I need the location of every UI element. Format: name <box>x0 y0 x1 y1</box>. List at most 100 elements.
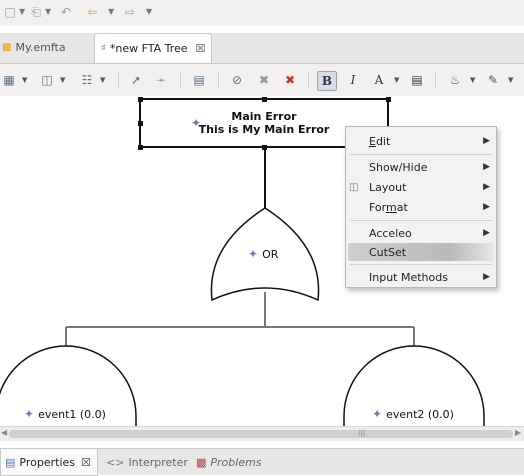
event2-node[interactable]: ✦ event2 (0.0) <box>372 407 454 421</box>
element-star-icon: ✦ <box>248 247 259 261</box>
diagram-toolbar: ▦ ▼ ◫ ▼ ☷ ▼ ➚ ➛ ▤ ⊘ ✖ ✖ B I A ▼ ▤ ♨ ▼ ✎ … <box>0 64 524 97</box>
close-icon[interactable]: ☒ <box>196 42 206 55</box>
menu-item-label: Layout <box>369 180 407 194</box>
menu-item-label: Show/Hide <box>369 160 428 174</box>
editor-tab-bar: ▩ My.emfta ♯ *new FTA Tree ☒ <box>0 33 524 64</box>
selection-handle[interactable] <box>138 121 143 126</box>
unpin-icon[interactable]: ➛ <box>152 71 170 89</box>
nav-back-icon[interactable]: ⇦ <box>84 4 100 20</box>
event-label: event2 (0.0) <box>386 407 454 421</box>
chevron-down-icon[interactable]: ▼ <box>108 7 114 16</box>
scrollbar-thumb[interactable] <box>9 430 513 438</box>
event1-node[interactable]: ✦ event1 (0.0) <box>24 407 106 421</box>
interpreter-icon: <> <box>106 455 125 469</box>
menu-item-cutset[interactable]: CutSet <box>348 243 494 261</box>
selection-handle[interactable] <box>138 145 143 150</box>
submenu-arrow-icon: ▶ <box>483 228 490 238</box>
selection-handle[interactable] <box>262 145 267 150</box>
horizontal-scrollbar[interactable]: ◀ ||| ▶ <box>0 426 524 441</box>
delete-from-model-icon[interactable]: ✖ <box>281 71 299 89</box>
bottom-view-tabs: ▤ Properties ☒ <> Interpreter ▩ Problems <box>0 448 524 476</box>
menu-item-label: Input Methods <box>369 270 448 284</box>
close-icon[interactable]: ☒ <box>81 456 91 469</box>
menu-item-show-hide[interactable]: Show/Hide ▶ <box>346 158 496 176</box>
fill-color-icon[interactable]: ♨ <box>446 71 464 89</box>
select-icon[interactable]: ▦ <box>0 71 18 89</box>
element-star-icon: ✦ <box>191 116 202 130</box>
align-icon[interactable]: ☷ <box>78 71 96 89</box>
scroll-left-icon[interactable]: ◀ <box>1 428 7 437</box>
chevron-down-icon[interactable]: ▼ <box>22 76 27 84</box>
italic-icon[interactable]: I <box>344 71 362 89</box>
file-icon: ▩ <box>2 42 12 53</box>
toolbar-separator <box>435 72 436 88</box>
tab-problems[interactable]: ▩ Problems <box>196 449 262 475</box>
tab-interpreter[interactable]: <> Interpreter <box>106 449 188 475</box>
submenu-arrow-icon: ▶ <box>483 272 490 282</box>
selection-handle[interactable] <box>386 97 391 102</box>
pin-icon[interactable]: ➚ <box>127 71 145 89</box>
event-label: event1 (0.0) <box>38 407 106 421</box>
submenu-arrow-icon: ▶ <box>483 136 490 146</box>
chevron-down-icon[interactable]: ▼ <box>470 76 475 84</box>
selection-handle[interactable] <box>138 97 143 102</box>
layout-icon: ◫ <box>349 181 359 193</box>
bold-icon[interactable]: B <box>317 71 337 91</box>
toolbar-separator <box>180 72 181 88</box>
chevron-down-icon[interactable]: ▼ <box>60 76 65 84</box>
chevron-down-icon[interactable]: ▼ <box>394 76 399 84</box>
tab-label: My.emfta <box>15 41 66 54</box>
tab-label: Properties <box>19 455 75 469</box>
font-color-icon[interactable]: A <box>370 71 388 89</box>
nav-forward-icon[interactable]: ⇨ <box>122 4 138 20</box>
main-toolbar: □ ▼ ⎗ ▼ ↶ ⇦ ▼ ⇨ ▼ <box>0 0 524 26</box>
tab-my-emfta[interactable]: ▩ My.emfta <box>2 33 66 62</box>
chevron-down-icon[interactable]: ▼ <box>508 76 513 84</box>
menu-item-label: Acceleo <box>369 226 412 240</box>
properties-icon: ▤ <box>5 455 16 469</box>
toolbar-separator <box>308 72 309 88</box>
chevron-down-icon[interactable]: ▼ <box>146 7 152 16</box>
problems-icon: ▩ <box>196 455 207 469</box>
tab-new-fta-tree[interactable]: ♯ *new FTA Tree ☒ <box>94 33 213 63</box>
scroll-grip-icon: ||| <box>358 429 366 437</box>
copy-format-icon[interactable]: ▤ <box>190 71 208 89</box>
scroll-right-icon[interactable]: ▶ <box>515 428 521 437</box>
tab-label: Problems <box>210 455 262 469</box>
tab-properties[interactable]: ▤ Properties ☒ <box>0 449 98 476</box>
save-icon[interactable]: □ <box>2 4 18 20</box>
submenu-arrow-icon: ▶ <box>483 202 490 212</box>
delete-icon[interactable]: ✖ <box>255 71 273 89</box>
or-gate-node[interactable]: ✦ OR <box>248 247 278 261</box>
back-icon[interactable]: ⎗ <box>28 4 44 20</box>
line-color-icon[interactable]: ✎ <box>484 71 502 89</box>
menu-separator <box>350 220 492 221</box>
menu-item-layout[interactable]: ◫ Layout ▶ <box>346 178 496 196</box>
menu-item-input-methods[interactable]: Input Methods ▶ <box>346 268 496 286</box>
hide-icon[interactable]: ⊘ <box>228 71 246 89</box>
root-event-title: Main Error <box>231 110 297 123</box>
menu-separator <box>350 264 492 265</box>
tab-label: Interpreter <box>128 455 188 469</box>
menu-item-acceleo[interactable]: Acceleo ▶ <box>346 224 496 242</box>
submenu-arrow-icon: ▶ <box>483 162 490 172</box>
context-menu: Edit ▶ Show/Hide ▶ ◫ Layout ▶ Format ▶ A… <box>345 126 497 288</box>
root-event-description: This is My Main Error <box>198 123 330 136</box>
menu-item-format[interactable]: Format ▶ <box>346 198 496 216</box>
element-star-icon: ✦ <box>24 407 35 421</box>
arrange-icon[interactable]: ◫ <box>38 71 56 89</box>
chevron-down-icon[interactable]: ▼ <box>45 7 51 16</box>
selection-handle[interactable] <box>262 97 267 102</box>
menu-separator <box>350 154 492 155</box>
chevron-down-icon[interactable]: ▼ <box>19 7 25 16</box>
menu-item-edit[interactable]: Edit ▶ <box>346 132 496 150</box>
toolbar-separator <box>218 72 219 88</box>
gate-label: OR <box>262 247 279 261</box>
menu-item-label: Format <box>369 200 408 214</box>
toolbar-separator <box>118 72 119 88</box>
chevron-down-icon[interactable]: ▼ <box>100 76 105 84</box>
element-star-icon: ✦ <box>372 407 383 421</box>
menu-item-label: CutSet <box>369 245 407 259</box>
text-frame-icon[interactable]: ▤ <box>408 71 426 89</box>
nav-back-icon[interactable]: ↶ <box>58 4 74 20</box>
